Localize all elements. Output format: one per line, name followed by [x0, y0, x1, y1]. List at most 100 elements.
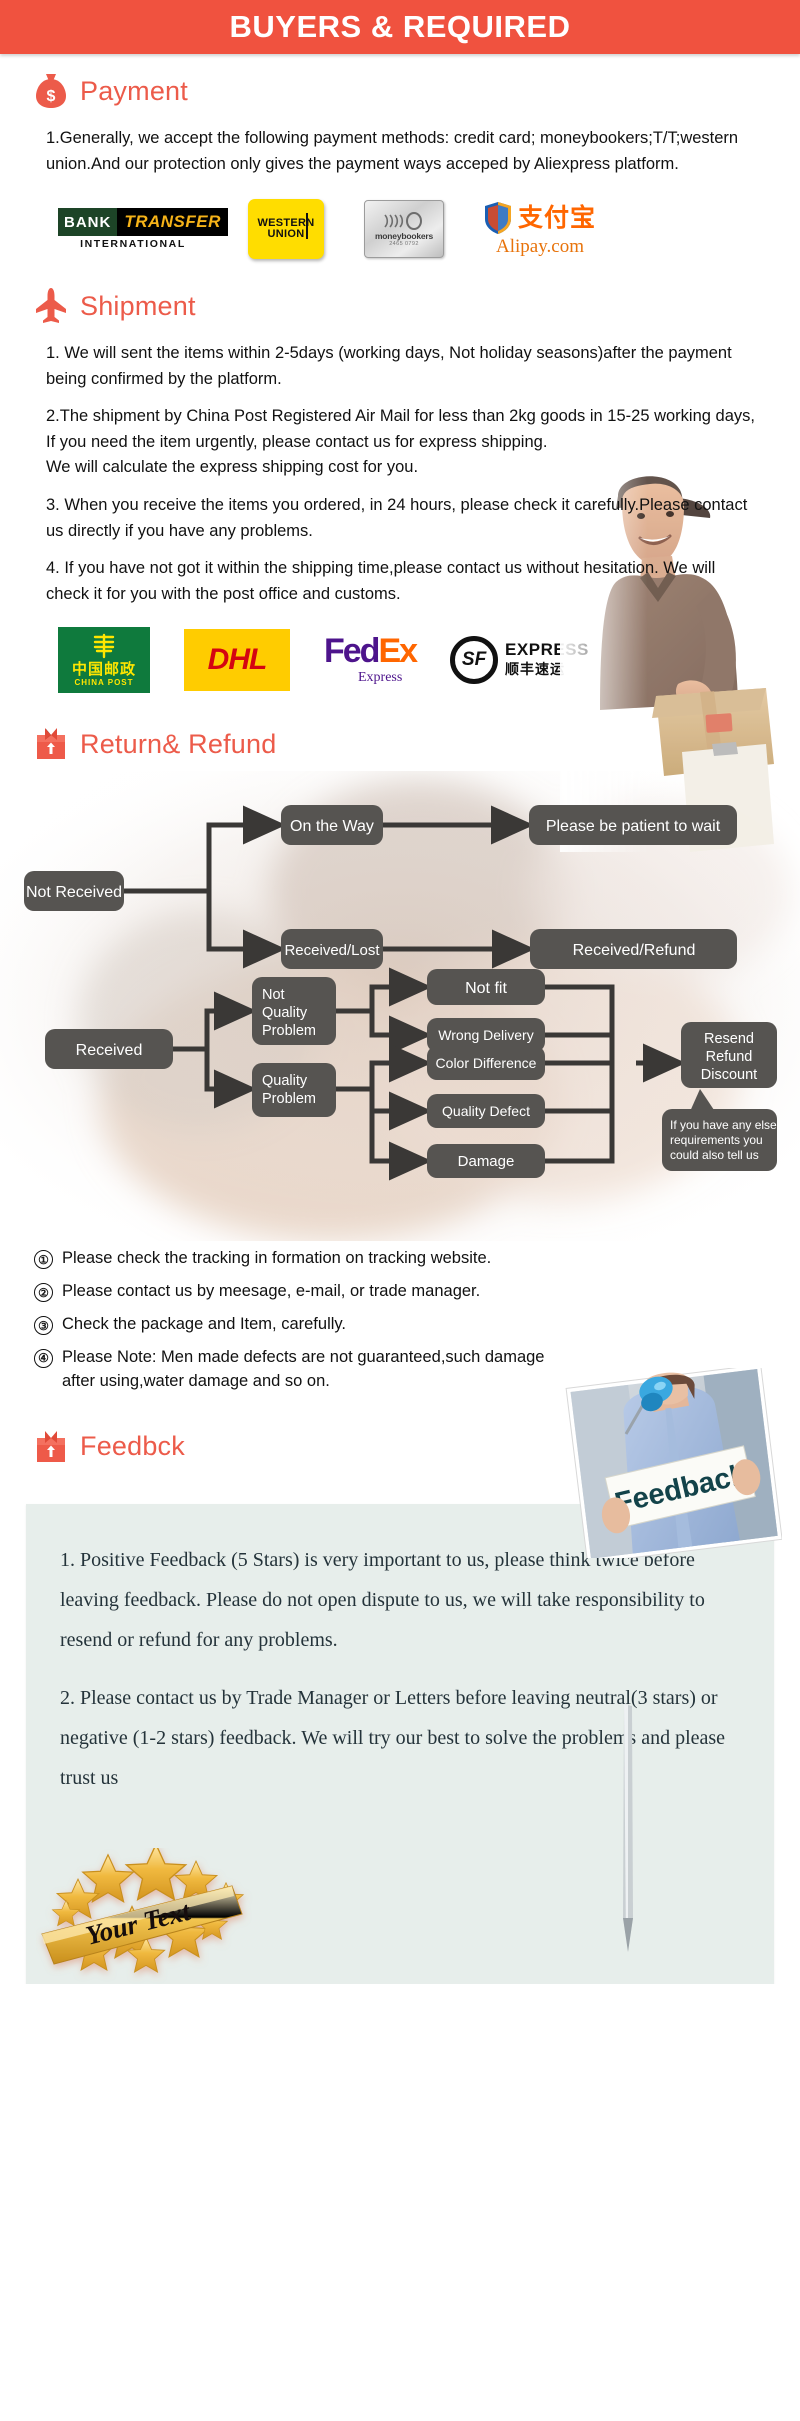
dhl-logo: DHL — [184, 629, 290, 692]
svg-text:Wrong Delivery: Wrong Delivery — [438, 1027, 533, 1043]
svg-text:Problem: Problem — [262, 1023, 316, 1039]
note-text: Please contact us by meesage, e-mail, or… — [62, 1282, 481, 1301]
alipay-logo: 支付宝 Alipay.com — [484, 201, 596, 258]
feedback-paragraph-1: 1. Positive Feedback (5 Stars) is very i… — [60, 1548, 705, 1651]
svg-text:If you have any else: If you have any else — [670, 1118, 777, 1132]
note-marker: ③ — [34, 1316, 53, 1336]
svg-text:Received/Refund: Received/Refund — [573, 942, 696, 959]
fedex-fed: Fed — [324, 632, 380, 671]
svg-text:Color Difference: Color Difference — [436, 1055, 537, 1071]
flow-node-received-refund: Received/Refund — [530, 929, 737, 970]
flow-node-received: Received — [45, 1029, 173, 1070]
bank-transfer-word-international: INTERNATIONAL — [80, 238, 186, 251]
shipment-paragraph-2: 2.The shipment by China Post Registered … — [46, 407, 755, 477]
carrier-logo-row: 中国邮政 CHINA POST DHL FedEx Express SF EXP… — [0, 607, 800, 707]
flow-node-resend-refund-discount: Resend Refund Discount — [681, 1022, 777, 1089]
note-item: ③ Check the package and Item, carefully. — [34, 1313, 760, 1337]
svg-text:Quality: Quality — [262, 1073, 308, 1089]
svg-text:Received/Lost: Received/Lost — [284, 942, 380, 959]
flow-node-received-lost: Received/Lost — [281, 929, 383, 970]
section-header-payment: $ Payment — [0, 54, 800, 114]
section-header-shipment: Shipment — [0, 269, 800, 329]
svg-text:Received: Received — [76, 1042, 143, 1059]
flow-node-color-difference: Color Difference — [427, 1046, 545, 1081]
china-post-emblem-icon — [93, 634, 115, 659]
svg-text:Not fit: Not fit — [465, 980, 507, 997]
note-text: Please Note: Men made defects are not gu… — [62, 1347, 545, 1390]
page-title: BUYERS & REQUIRED — [229, 9, 571, 44]
shipment-paragraph-1: 1. We will sent the items within 2-5days… — [46, 344, 732, 388]
alipay-chinese-wordmark: 支付宝 — [518, 203, 597, 233]
section-title-payment: Payment — [80, 75, 188, 106]
section-feedback: Feedbck Feedback 1. Positive Feedback (5… — [0, 1367, 800, 1984]
fedex-express-word: Express — [358, 670, 403, 686]
payment-body: 1.Generally, we accept the following pay… — [0, 126, 800, 177]
svg-text:Quality: Quality — [262, 1005, 308, 1021]
sf-express-logo: SF EXPRESS 顺丰速运 — [450, 636, 589, 685]
note-item: ② Please contact us by meesage, e-mail, … — [34, 1280, 760, 1304]
feedback-card: 1. Positive Feedback (5 Stars) is very i… — [26, 1503, 774, 1984]
note-item: ① Please check the tracking in formation… — [34, 1247, 760, 1271]
flow-node-not-received: Not Received — [24, 871, 124, 912]
china-post-english: CHINA POST — [74, 677, 134, 687]
section-title-feedback: Feedbck — [80, 1431, 185, 1462]
flow-node-quality-defect: Quality Defect — [427, 1094, 545, 1129]
note-marker: ④ — [34, 1348, 53, 1368]
feedback-photo: Feedback — [565, 1367, 782, 1558]
moneybookers-logo: moneybookers 2465 0792 — [364, 200, 444, 259]
alipay-shield-icon — [485, 201, 511, 234]
flow-node-quality-problem: Quality Problem — [252, 1063, 336, 1118]
sf-express-chinese: 顺丰速运 — [505, 662, 566, 679]
flow-node-any-else-requirements: If you have any else requirements you co… — [662, 1109, 777, 1172]
your-text-badge: Your Text — [41, 1847, 244, 1973]
svg-text:Damage: Damage — [458, 1153, 515, 1170]
flow-node-please-be-patient: Please be patient to wait — [529, 805, 737, 846]
return-refund-flowchart: Not Received On the Way Please be patien… — [0, 771, 800, 1242]
sf-express-english: EXPRESS — [505, 640, 589, 660]
china-post-chinese: 中国邮政 — [71, 660, 136, 679]
moneybookers-number: 2465 0792 — [389, 241, 419, 248]
section-title-return-refund: Return& Refund — [80, 728, 277, 759]
china-post-logo: 中国邮政 CHINA POST — [58, 627, 150, 694]
section-header-return-refund: Return& Refund — [0, 707, 800, 767]
moneybookers-wordmark: moneybookers — [374, 231, 434, 242]
bank-transfer-logo: BANK TRANSFER INTERNATIONAL — [58, 208, 228, 251]
svg-text:$: $ — [47, 88, 56, 105]
section-title-shipment: Shipment — [80, 290, 196, 321]
note-marker: ① — [34, 1250, 53, 1270]
alipay-com-wordmark: Alipay.com — [496, 235, 584, 257]
svg-text:Not Received: Not Received — [26, 884, 122, 901]
svg-text:On the Way: On the Way — [290, 818, 374, 835]
shipment-paragraph-3: 3. When you receive the items you ordere… — [46, 495, 748, 540]
svg-text:Resend: Resend — [704, 1031, 754, 1047]
svg-text:could also tell us: could also tell us — [670, 1148, 759, 1162]
moneybookers-wave-icon — [384, 212, 422, 231]
svg-text:requirements you: requirements you — [670, 1133, 763, 1147]
svg-text:Quality Defect: Quality Defect — [442, 1103, 530, 1119]
bank-transfer-word-transfer: TRANSFER — [117, 208, 228, 237]
flow-node-damage: Damage — [427, 1144, 545, 1179]
bank-transfer-word-bank: BANK — [58, 208, 118, 237]
flow-node-not-quality-problem: Not Quality Problem — [252, 977, 336, 1046]
flow-node-on-the-way: On the Way — [281, 805, 383, 846]
payment-paragraph: 1.Generally, we accept the following pay… — [46, 129, 739, 173]
fedex-ex: Ex — [378, 632, 418, 671]
seller-policy-page: BUYERS & REQUIRED $ Payment 1.Generally,… — [0, 0, 800, 1984]
note-marker: ② — [34, 1283, 53, 1303]
note-text: Please check the tracking in formation o… — [62, 1249, 492, 1268]
sf-express-mark: SF — [450, 636, 499, 685]
shipment-body: 1. We will sent the items within 2-5days… — [0, 341, 800, 607]
western-union-logo: WESTERN UNION — [248, 199, 324, 260]
payment-logo-row: BANK TRANSFER INTERNATIONAL WESTERN UNIO… — [0, 177, 800, 269]
svg-text:Not: Not — [262, 987, 285, 1003]
flowchart-graph: Not Received On the Way Please be patien… — [24, 805, 777, 1181]
svg-text:Please be patient to wait: Please be patient to wait — [546, 818, 721, 835]
svg-text:Problem: Problem — [262, 1091, 316, 1107]
svg-text:Refund: Refund — [706, 1049, 753, 1065]
page-banner: BUYERS & REQUIRED — [0, 0, 800, 54]
western-union-bar — [306, 213, 308, 240]
money-bag-icon: $ — [34, 72, 68, 110]
return-box-icon — [34, 725, 68, 763]
return-box-icon — [34, 1428, 68, 1466]
shipment-paragraph-4: 4. If you have not got it within the shi… — [46, 559, 716, 603]
